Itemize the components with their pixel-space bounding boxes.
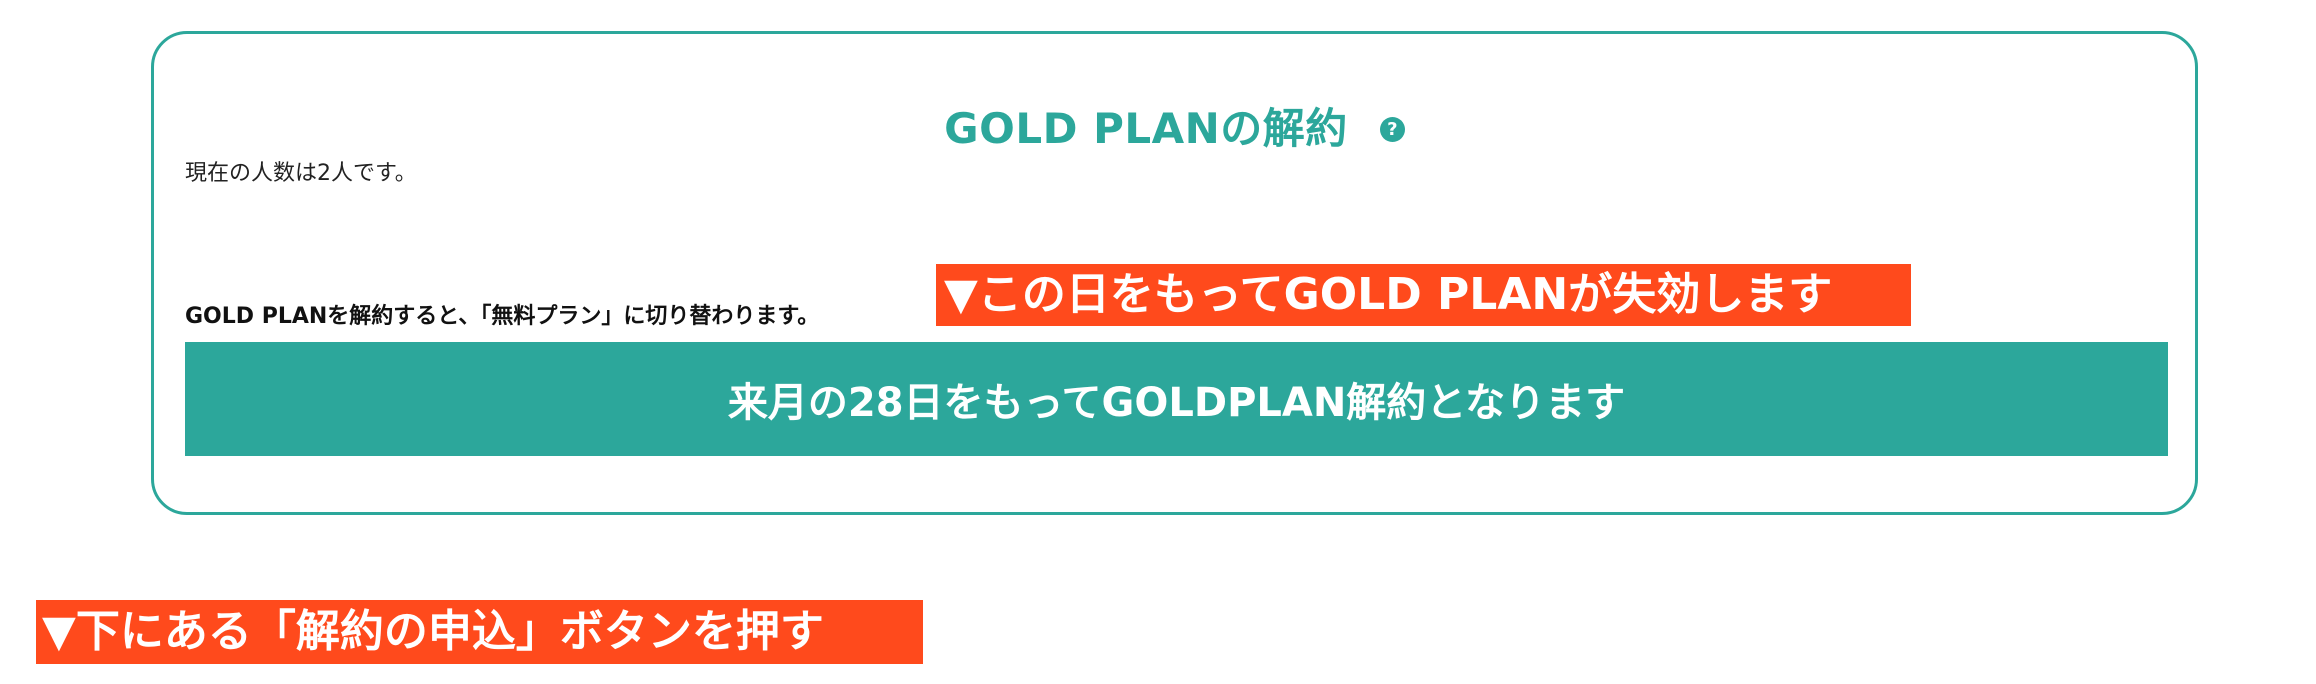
annotation-expiry-note: ▼この日をもってGOLD PLANが失効します (936, 264, 1911, 326)
member-count-text: 現在の人数は2人です。 (185, 161, 417, 186)
plan-switch-notice: GOLD PLANを解約すると、「無料プラン」に切り替わります。 (185, 304, 820, 329)
card-title: GOLD PLANの解約 (944, 103, 1348, 153)
notice-row: GOLD PLANを解約すると、「無料プラン」に切り替わります。 ▼この日をもっ… (185, 264, 2164, 329)
card-header: GOLD PLANの解約 ? (154, 96, 2195, 154)
plan-cancel-card: GOLD PLANの解約 ? 現在の人数は2人です。 GOLD PLANを解約す… (151, 31, 2198, 515)
cancellation-date-banner: 来月の28日をもってGOLDPLAN解約となります (185, 342, 2168, 456)
help-icon[interactable]: ? (1379, 116, 1405, 142)
annotation-press-button-note: ▼下にある「解約の申込」ボタンを押す (36, 600, 923, 664)
